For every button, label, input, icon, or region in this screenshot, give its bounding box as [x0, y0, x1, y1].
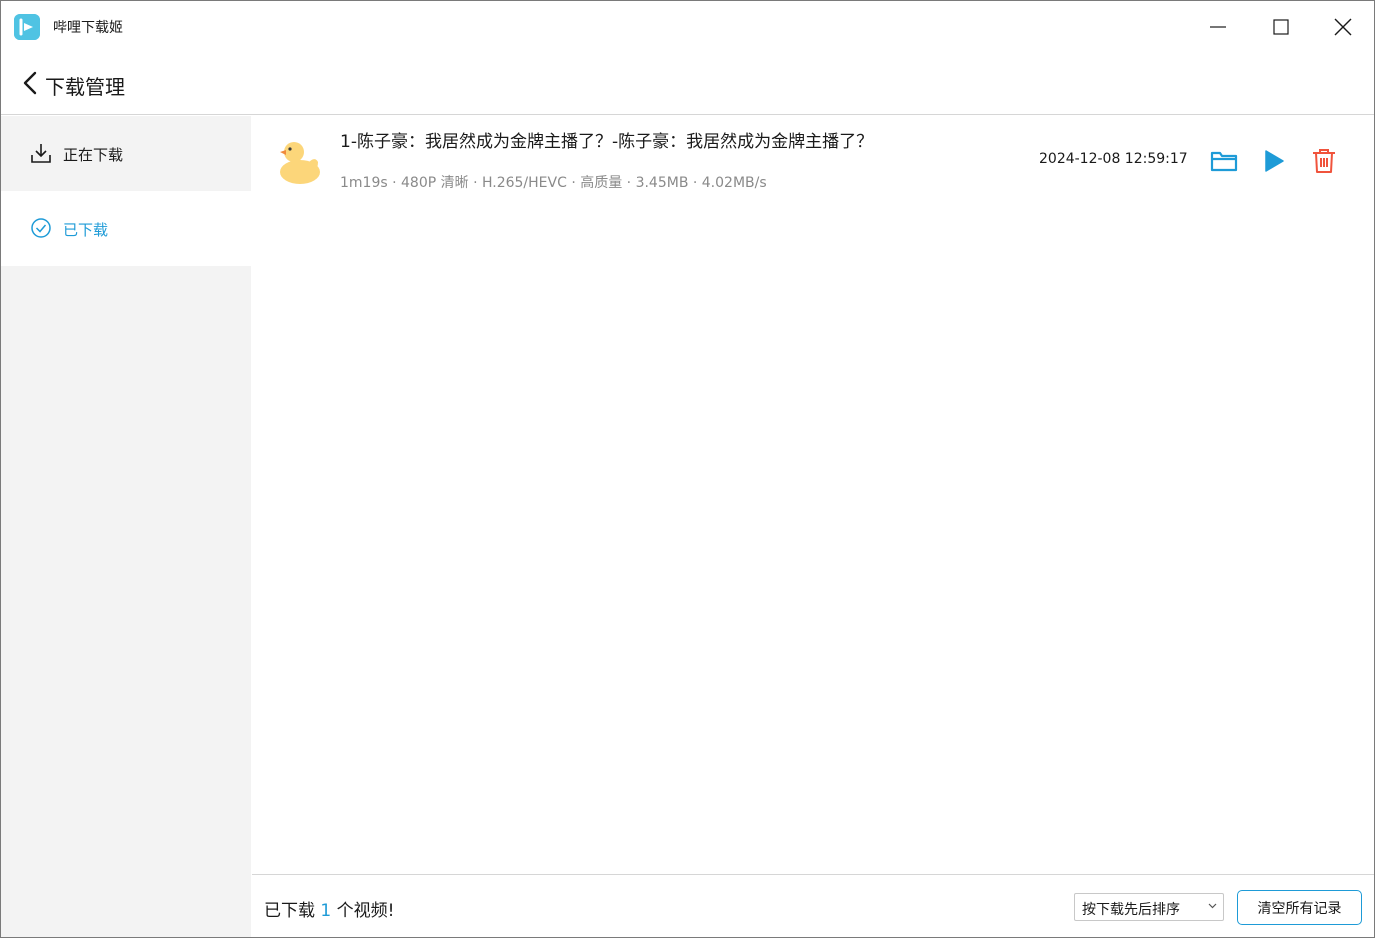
page-header: 下载管理	[1, 53, 1374, 115]
list-item: 1-陈子豪：我居然成为金牌主播了？-陈子豪：我居然成为金牌主播了？ 1m19s …	[252, 116, 1374, 204]
download-count-text: 已下载 1 个视频!	[264, 896, 394, 921]
sidebar-item-label: 正在下载	[63, 146, 124, 164]
play-button[interactable]	[1259, 146, 1289, 176]
app-logo-icon	[14, 14, 40, 40]
folder-icon	[1210, 151, 1238, 172]
title-bar: 哔哩下载姬	[1, 1, 1374, 53]
close-icon	[1334, 18, 1352, 36]
count-suffix: 个视频!	[336, 901, 395, 921]
clear-all-button[interactable]: 清空所有记录	[1237, 890, 1362, 925]
sidebar: 正在下载 已下载	[1, 116, 251, 937]
check-circle-icon	[31, 218, 51, 238]
sidebar-item-downloading[interactable]: 正在下载	[1, 116, 251, 191]
video-meta: 1m19s · 480P 清晰 · H.265/HEVC · 高质量 · 3.4…	[340, 175, 767, 191]
chevron-down-icon	[1208, 903, 1217, 909]
video-title: 1-陈子豪：我居然成为金牌主播了？-陈子豪：我居然成为金牌主播了？	[340, 132, 874, 152]
status-footer: 已下载 1 个视频! 按下载先后排序 清空所有记录	[252, 874, 1374, 937]
sidebar-item-label: 已下载	[63, 221, 109, 239]
downloaded-list: 1-陈子豪：我居然成为金牌主播了？-陈子豪：我居然成为金牌主播了？ 1m19s …	[252, 116, 1374, 874]
chevron-left-icon	[23, 71, 37, 95]
page-title: 下载管理	[45, 75, 125, 99]
sort-selected-value: 按下载先后排序	[1082, 902, 1180, 918]
sidebar-item-downloaded[interactable]: 已下载	[1, 191, 251, 266]
app-window: 哔哩下载姬 下载管理 正在下载 已下载 1-陈子豪：我居然成为金牌主播了？-陈子…	[0, 0, 1375, 938]
count-prefix: 已下载	[264, 901, 315, 921]
download-icon	[31, 144, 51, 163]
play-icon	[1265, 150, 1284, 172]
count-number: 1	[320, 901, 332, 921]
minimize-button[interactable]	[1187, 1, 1249, 53]
trash-icon	[1313, 149, 1335, 173]
close-button[interactable]	[1312, 1, 1374, 53]
sort-select[interactable]: 按下载先后排序	[1074, 893, 1224, 921]
duck-icon	[280, 142, 320, 184]
minimize-icon	[1210, 26, 1226, 28]
maximize-icon	[1273, 19, 1289, 35]
maximize-button[interactable]	[1250, 1, 1312, 53]
open-folder-button[interactable]	[1209, 146, 1239, 176]
back-button[interactable]	[19, 68, 41, 98]
delete-button[interactable]	[1309, 146, 1339, 176]
download-time: 2024-12-08 12:59:17	[1039, 151, 1188, 167]
app-title: 哔哩下载姬	[53, 20, 123, 36]
